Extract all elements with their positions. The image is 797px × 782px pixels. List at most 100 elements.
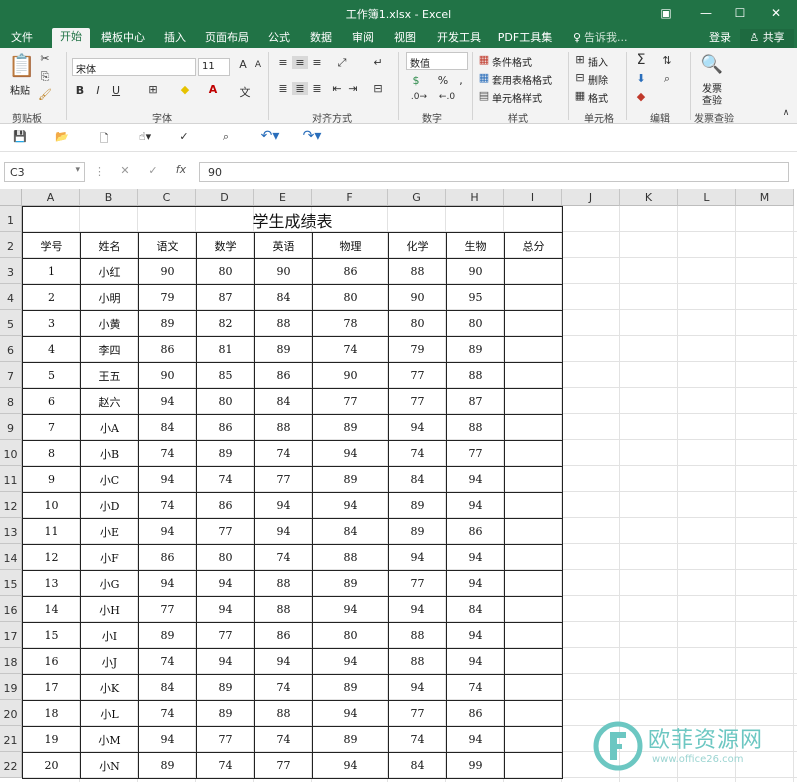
- data-cell[interactable]: 89: [312, 570, 389, 597]
- data-cell[interactable]: 89: [312, 674, 389, 701]
- data-cell[interactable]: 84: [388, 466, 447, 493]
- data-cell[interactable]: 74: [138, 440, 197, 467]
- tab-home[interactable]: 开始: [52, 28, 90, 48]
- header-cell[interactable]: 物理: [312, 232, 389, 259]
- data-cell[interactable]: 86: [254, 622, 313, 649]
- column-header[interactable]: M: [736, 189, 794, 206]
- data-cell[interactable]: 15: [22, 622, 81, 649]
- italic-button[interactable]: I: [92, 84, 104, 97]
- invoice-check-icon[interactable]: 🔍: [700, 54, 724, 75]
- data-cell[interactable]: 94: [312, 700, 389, 727]
- data-cell[interactable]: 94: [446, 492, 505, 519]
- row-header[interactable]: 10: [0, 440, 22, 466]
- underline-button[interactable]: U: [110, 84, 122, 97]
- wrap-text-icon[interactable]: ↵: [370, 56, 386, 69]
- data-cell[interactable]: 80: [196, 258, 255, 285]
- data-cell[interactable]: 74: [312, 336, 389, 363]
- sort-filter-icon[interactable]: ⇅: [660, 54, 674, 67]
- increase-indent-icon[interactable]: ⇥: [346, 82, 360, 95]
- data-cell[interactable]: 80: [312, 622, 389, 649]
- tab-pdf-tools[interactable]: PDF工具集: [494, 29, 556, 48]
- data-cell[interactable]: 94: [312, 492, 389, 519]
- data-cell[interactable]: 94: [388, 674, 447, 701]
- data-cell[interactable]: 李四: [80, 336, 139, 363]
- data-cell[interactable]: 84: [312, 518, 389, 545]
- comma-style-icon[interactable]: ,: [454, 74, 468, 87]
- data-cell[interactable]: 1: [22, 258, 81, 285]
- data-cell[interactable]: 84: [388, 752, 447, 779]
- data-cell[interactable]: 79: [388, 336, 447, 363]
- row-header[interactable]: 7: [0, 362, 22, 388]
- total-cell[interactable]: [504, 726, 563, 753]
- delete-cells-icon[interactable]: ⊟: [574, 71, 586, 84]
- decrease-indent-icon[interactable]: ⇤: [330, 82, 344, 95]
- data-cell[interactable]: 13: [22, 570, 81, 597]
- data-cell[interactable]: 94: [388, 414, 447, 441]
- login-button[interactable]: 登录: [704, 29, 736, 48]
- data-cell[interactable]: 14: [22, 596, 81, 623]
- data-cell[interactable]: 81: [196, 336, 255, 363]
- format-as-table-icon[interactable]: ▦: [478, 71, 490, 84]
- data-cell[interactable]: 89: [388, 518, 447, 545]
- header-cell[interactable]: 化学: [388, 232, 447, 259]
- data-cell[interactable]: 11: [22, 518, 81, 545]
- data-cell[interactable]: 6: [22, 388, 81, 415]
- ribbon-display-icon[interactable]: ▣: [656, 4, 676, 22]
- copy-icon[interactable]: ⎘: [38, 70, 52, 84]
- data-cell[interactable]: 94: [196, 648, 255, 675]
- total-cell[interactable]: [504, 362, 563, 389]
- data-cell[interactable]: 小明: [80, 284, 139, 311]
- row-header[interactable]: 13: [0, 518, 22, 544]
- data-cell[interactable]: 86: [446, 518, 505, 545]
- font-name-select[interactable]: 宋体: [72, 58, 196, 76]
- data-cell[interactable]: 86: [138, 544, 197, 571]
- header-cell[interactable]: 生物: [446, 232, 505, 259]
- data-cell[interactable]: 10: [22, 492, 81, 519]
- delete-cells-button[interactable]: 删除: [588, 72, 608, 87]
- column-header[interactable]: F: [312, 189, 388, 206]
- data-cell[interactable]: 86: [254, 362, 313, 389]
- data-cell[interactable]: 77: [196, 622, 255, 649]
- maximize-button[interactable]: ☐: [730, 4, 750, 22]
- align-bottom-icon[interactable]: ≡: [310, 56, 324, 69]
- row-header[interactable]: 19: [0, 674, 22, 700]
- data-cell[interactable]: 77: [254, 752, 313, 779]
- data-cell[interactable]: 74: [254, 674, 313, 701]
- tab-review[interactable]: 审阅: [346, 29, 380, 48]
- data-cell[interactable]: 89: [254, 336, 313, 363]
- collapse-ribbon-icon[interactable]: ∧: [780, 108, 792, 118]
- row-header[interactable]: 20: [0, 700, 22, 726]
- tab-insert[interactable]: 插入: [158, 29, 192, 48]
- data-cell[interactable]: 94: [446, 622, 505, 649]
- header-cell[interactable]: 语文: [138, 232, 197, 259]
- conditional-format-icon[interactable]: ▦: [478, 53, 490, 66]
- data-cell[interactable]: 84: [138, 674, 197, 701]
- undo-icon[interactable]: ↶▾: [258, 128, 282, 144]
- accounting-format-icon[interactable]: $: [408, 74, 424, 87]
- header-cell[interactable]: 学号: [22, 232, 81, 259]
- data-cell[interactable]: 88: [388, 648, 447, 675]
- data-cell[interactable]: 95: [446, 284, 505, 311]
- data-cell[interactable]: 小G: [80, 570, 139, 597]
- column-header[interactable]: J: [562, 189, 620, 206]
- row-header[interactable]: 6: [0, 336, 22, 362]
- row-header[interactable]: 15: [0, 570, 22, 596]
- tab-page-layout[interactable]: 页面布局: [200, 29, 254, 48]
- column-header[interactable]: I: [504, 189, 562, 206]
- save-icon[interactable]: 💾: [12, 130, 28, 143]
- sheet-title-cell[interactable]: 学生成绩表: [22, 206, 563, 233]
- total-cell[interactable]: [504, 258, 563, 285]
- header-cell[interactable]: 总分: [504, 232, 563, 259]
- data-cell[interactable]: 84: [446, 596, 505, 623]
- format-painter-icon[interactable]: 🖌: [38, 88, 52, 101]
- cut-icon[interactable]: ✂: [38, 52, 52, 65]
- data-cell[interactable]: 94: [254, 648, 313, 675]
- data-cell[interactable]: 86: [312, 258, 389, 285]
- data-cell[interactable]: 77: [446, 440, 505, 467]
- data-cell[interactable]: 77: [196, 518, 255, 545]
- data-cell[interactable]: 小D: [80, 492, 139, 519]
- clear-icon[interactable]: ◆: [634, 90, 648, 103]
- data-cell[interactable]: 74: [388, 726, 447, 753]
- data-cell[interactable]: 89: [196, 440, 255, 467]
- header-cell[interactable]: 英语: [254, 232, 313, 259]
